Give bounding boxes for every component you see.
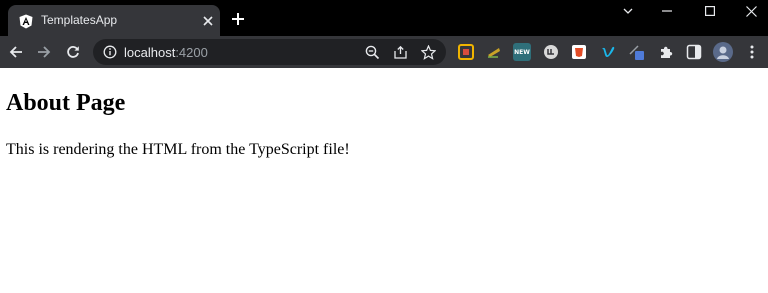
extension-1-icon[interactable]: [457, 43, 475, 61]
forward-icon[interactable]: [35, 43, 53, 61]
browser-tab-strip: TemplatesApp: [0, 0, 768, 36]
close-window-icon[interactable]: [736, 2, 766, 20]
address-bar[interactable]: localhost:4200: [93, 39, 446, 65]
minimize-icon[interactable]: [652, 2, 682, 20]
puzzle-extensions-icon[interactable]: [657, 43, 675, 61]
extension-7-icon[interactable]: [628, 43, 646, 61]
page-body-text: This is rendering the HTML from the Type…: [6, 141, 350, 158]
page-title: About Page: [6, 90, 126, 116]
url-port: :4200: [175, 45, 208, 60]
zoom-icon[interactable]: [363, 43, 381, 61]
extension-5-icon[interactable]: [570, 43, 588, 61]
side-panel-icon[interactable]: [685, 43, 703, 61]
extension-3-label: NEW: [514, 48, 530, 56]
info-icon[interactable]: [101, 43, 119, 61]
maximize-icon[interactable]: [695, 2, 725, 20]
browser-tab[interactable]: TemplatesApp: [8, 5, 220, 36]
extension-4-icon[interactable]: [542, 43, 560, 61]
tab-title: TemplatesApp: [41, 13, 118, 27]
close-tab-icon[interactable]: [200, 13, 216, 29]
url-host: localhost: [124, 45, 176, 60]
bookmark-star-icon[interactable]: [419, 43, 437, 61]
back-icon[interactable]: [7, 43, 25, 61]
profile-avatar[interactable]: [713, 42, 733, 62]
extension-2-icon[interactable]: [485, 43, 503, 61]
browser-toolbar: localhost:4200 NEW: [0, 36, 768, 68]
new-tab-icon[interactable]: [229, 10, 247, 28]
chevron-down-icon[interactable]: [613, 2, 643, 20]
reload-icon[interactable]: [64, 43, 82, 61]
angular-icon: [18, 13, 34, 29]
extension-3-icon[interactable]: NEW: [513, 43, 531, 61]
url-text[interactable]: localhost:4200: [124, 45, 208, 60]
kebab-menu-icon[interactable]: [743, 43, 761, 61]
share-icon[interactable]: [391, 43, 409, 61]
vimeo-icon[interactable]: [599, 43, 617, 61]
